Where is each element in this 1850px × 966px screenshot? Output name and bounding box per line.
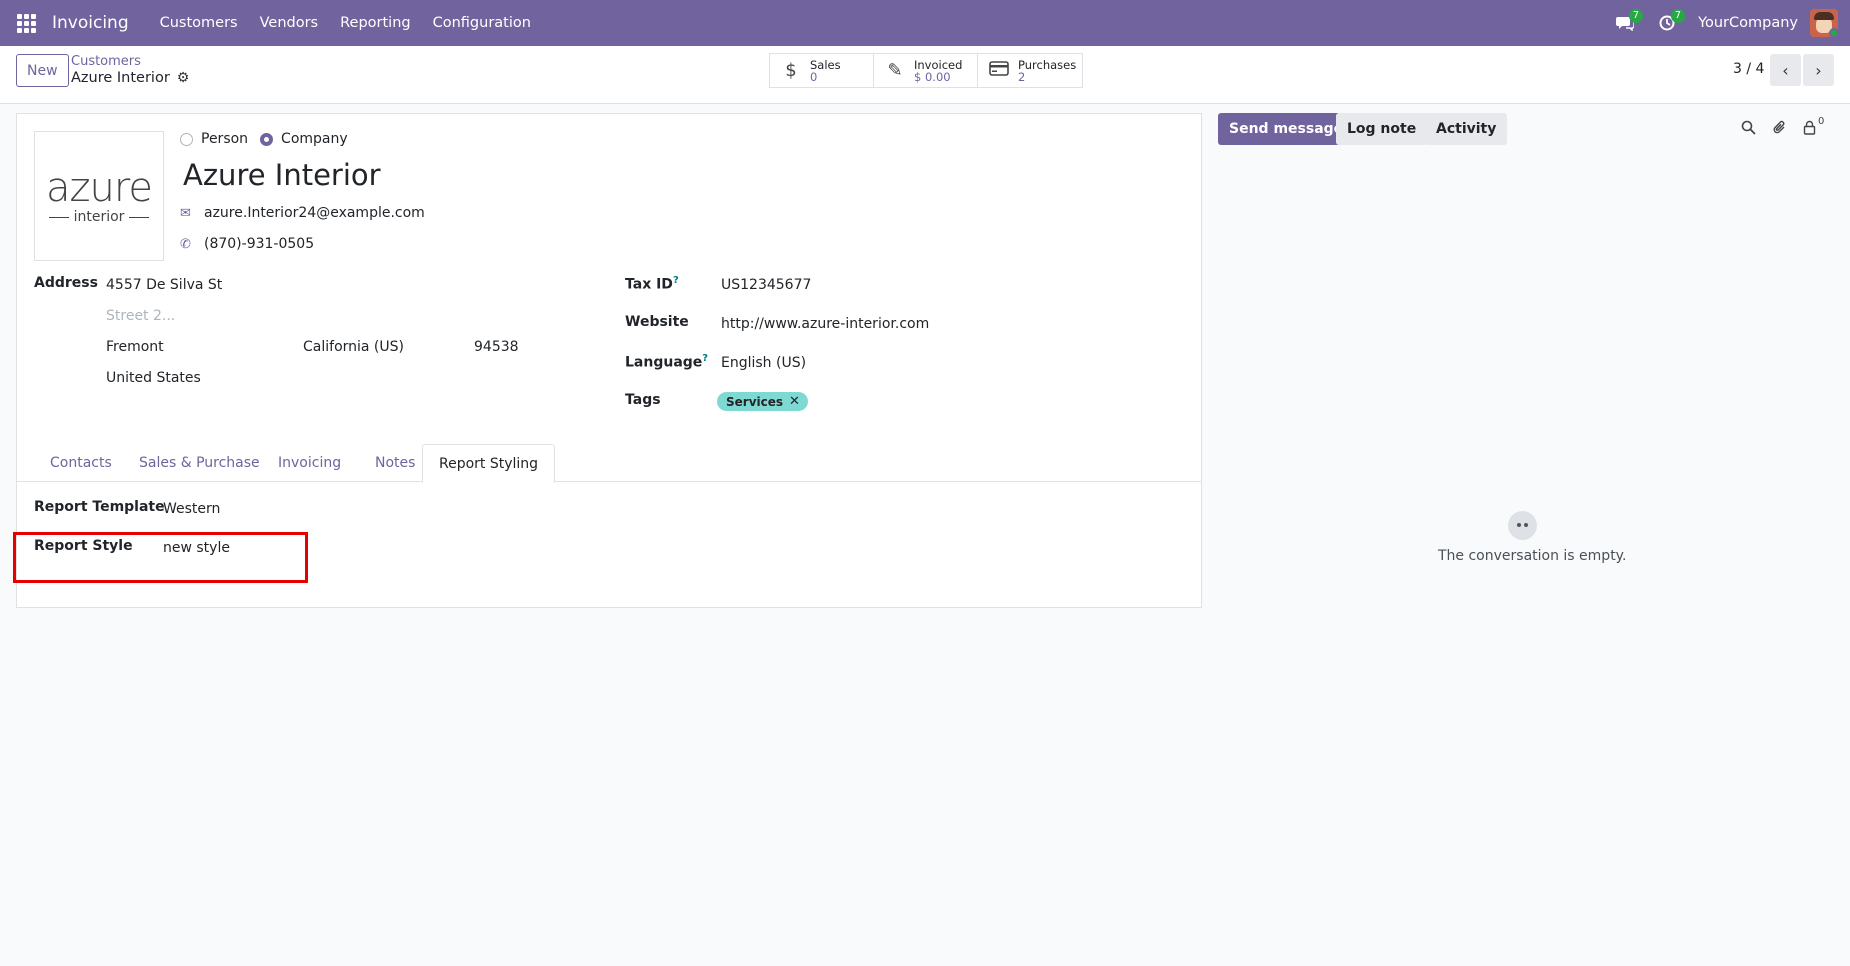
phone-icon: ✆	[180, 236, 191, 252]
chevron-left-icon: ‹	[1782, 60, 1789, 80]
chevron-right-icon: ›	[1815, 60, 1822, 80]
tab-contacts[interactable]: Contacts	[34, 444, 128, 482]
activities-count-badge: 7	[1670, 9, 1686, 23]
language-field[interactable]: English (US)	[721, 355, 806, 371]
sales-label: Sales	[810, 57, 841, 72]
city-field[interactable]: Fremont	[106, 339, 164, 355]
stat-buttons: $ Sales 0 ✎ Invoiced $ 0.00 Purchases 2	[769, 53, 1083, 88]
invoiced-value: $ 0.00	[914, 69, 951, 84]
send-message-button[interactable]: Send message	[1218, 113, 1355, 145]
search-icon[interactable]	[1741, 120, 1756, 135]
new-button[interactable]: New	[16, 54, 69, 87]
user-avatar[interactable]	[1810, 9, 1838, 37]
record-name: Azure Interior	[71, 70, 170, 86]
tax-id-label: Tax ID?	[625, 275, 679, 293]
phone-field[interactable]: (870)-931-0505	[204, 236, 314, 252]
notebook-tabs: Contacts Sales & Purchase Invoicing Note…	[17, 444, 1201, 483]
zip-field[interactable]: 94538	[474, 339, 519, 355]
log-note-button[interactable]: Log note	[1336, 113, 1428, 145]
radio-company-label[interactable]: Company	[281, 131, 348, 147]
tags-label: Tags	[625, 392, 661, 408]
tag-label: Services	[726, 394, 784, 409]
paperclip-icon[interactable]	[1772, 120, 1787, 136]
purchases-label: Purchases	[1018, 57, 1077, 72]
sales-value: 0	[810, 69, 818, 84]
empty-conversation-text: The conversation is empty.	[1438, 548, 1627, 564]
pager-next-button[interactable]: ›	[1803, 54, 1834, 86]
invoiced-stat-button[interactable]: ✎ Invoiced $ 0.00	[874, 54, 978, 87]
purchases-value: 2	[1018, 69, 1026, 84]
country-field[interactable]: United States	[106, 370, 201, 386]
tab-report-styling[interactable]: Report Styling	[422, 444, 556, 483]
company-switcher[interactable]: YourCompany	[1698, 15, 1798, 31]
record-title: Azure Interior ⚙	[71, 70, 189, 86]
envelope-icon: ✉	[180, 205, 191, 221]
company-logo[interactable]: azure interior	[34, 131, 164, 261]
messages-button[interactable]: 7	[1604, 0, 1646, 46]
tab-sales-purchase[interactable]: Sales & Purchase	[123, 444, 276, 482]
gear-icon[interactable]: ⚙	[177, 70, 190, 86]
address-label: Address	[34, 275, 98, 291]
state-field[interactable]: California (US)	[303, 339, 404, 355]
logo-main-text: azure	[45, 165, 153, 211]
apps-menu-icon[interactable]	[0, 0, 52, 46]
sales-stat-button[interactable]: $ Sales 0	[770, 54, 874, 87]
breadcrumb-customers[interactable]: Customers	[71, 54, 141, 69]
pager-previous-button[interactable]: ‹	[1770, 54, 1801, 86]
menu-customers[interactable]: Customers	[149, 15, 249, 31]
partner-name-field[interactable]: Azure Interior	[183, 158, 381, 192]
tab-notes[interactable]: Notes	[359, 444, 431, 482]
lock-icon	[1803, 120, 1816, 135]
credit-card-icon	[988, 60, 1010, 81]
messages-count-badge: 7	[1628, 9, 1644, 23]
followers-button[interactable]: 0	[1803, 116, 1824, 135]
company-type-radio: Person Company	[180, 131, 360, 147]
logo-sub-text: interior	[44, 209, 155, 225]
app-name[interactable]: Invoicing	[52, 13, 129, 33]
pager-value[interactable]: 3 / 4	[1733, 61, 1764, 77]
tab-invoicing[interactable]: Invoicing	[262, 444, 357, 482]
empty-conversation-icon	[1508, 511, 1537, 540]
activities-button[interactable]: 7	[1646, 0, 1688, 46]
report-template-label: Report Template	[34, 499, 165, 515]
help-icon[interactable]: ?	[702, 353, 708, 364]
menu-configuration[interactable]: Configuration	[422, 15, 542, 31]
website-field[interactable]: http://www.azure-interior.com	[721, 316, 929, 332]
control-panel: New Customers Azure Interior ⚙ $ Sales 0 …	[0, 46, 1850, 104]
report-template-field[interactable]: Western	[163, 501, 220, 517]
main-menu: Customers Vendors Reporting Configuratio…	[149, 15, 542, 31]
highlight-annotation	[13, 532, 308, 583]
menu-vendors[interactable]: Vendors	[249, 15, 330, 31]
followers-count: 0	[1818, 116, 1825, 127]
top-navbar: Invoicing Customers Vendors Reporting Co…	[0, 0, 1850, 46]
menu-reporting[interactable]: Reporting	[329, 15, 422, 31]
radio-person-label[interactable]: Person	[201, 131, 248, 147]
phone-row: ✆ (870)-931-0505	[180, 236, 314, 252]
street2-field[interactable]: Street 2...	[106, 308, 175, 324]
tag-services[interactable]: Services ✕	[717, 392, 808, 411]
help-icon[interactable]: ?	[673, 275, 679, 286]
invoiced-label: Invoiced	[914, 57, 963, 72]
edit-icon: ✎	[887, 60, 903, 81]
website-label: Website	[625, 314, 689, 330]
street-field[interactable]: 4557 De Silva St	[106, 277, 222, 293]
email-field[interactable]: azure.Interior24@example.com	[204, 205, 425, 221]
dollar-icon: $	[785, 60, 797, 81]
radio-person[interactable]	[180, 132, 193, 146]
tax-id-field[interactable]: US12345677	[721, 277, 811, 293]
purchases-stat-button[interactable]: Purchases 2	[978, 54, 1082, 87]
language-label: Language?	[625, 353, 709, 371]
radio-company[interactable]	[260, 132, 274, 146]
email-row: ✉ azure.Interior24@example.com	[180, 205, 425, 221]
activity-button[interactable]: Activity	[1425, 113, 1508, 145]
close-icon[interactable]: ✕	[789, 394, 800, 409]
